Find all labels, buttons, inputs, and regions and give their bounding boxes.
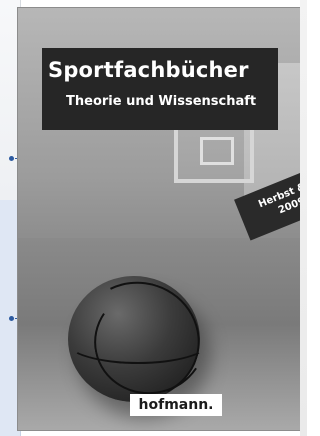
- bullet-dot-icon: [9, 156, 14, 161]
- book-cover[interactable]: Sportfachbücher Theorie und Wissenschaft…: [18, 8, 300, 430]
- bullet-dot-icon: [9, 316, 14, 321]
- right-page-edge: [300, 0, 307, 436]
- backboard-square: [200, 137, 234, 165]
- cover-title: Sportfachbücher: [48, 58, 249, 82]
- publisher-logo: hofmann.: [130, 394, 222, 416]
- cover-subtitle: Theorie und Wissenschaft: [66, 94, 257, 109]
- ball-seam: [66, 320, 210, 364]
- left-page-strip: [0, 0, 21, 436]
